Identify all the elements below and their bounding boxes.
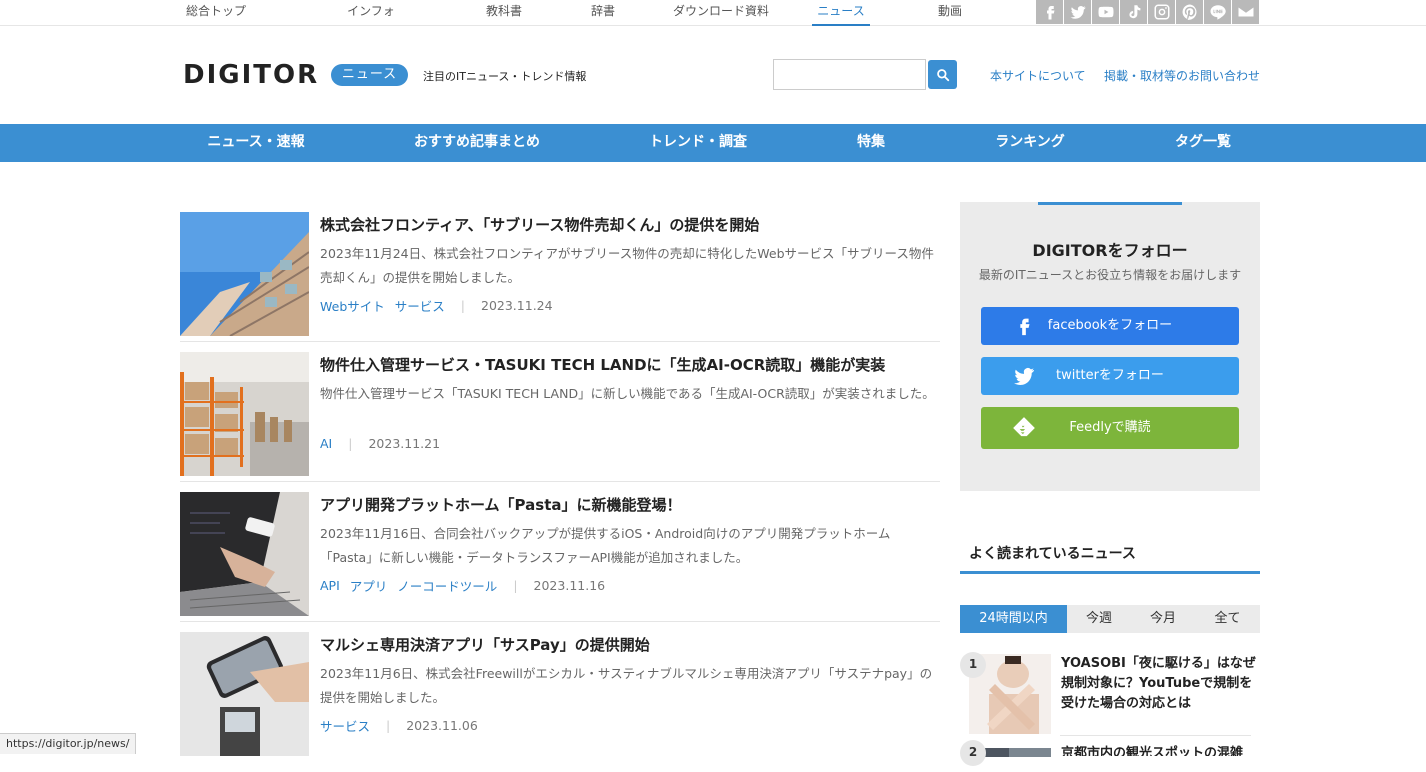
popular-tabs: 24時間以内 今週 今月 全て	[960, 605, 1260, 633]
meta-separator: |	[460, 298, 465, 313]
article-date: 2023.11.06	[406, 718, 478, 733]
mainnav-item-features[interactable]: 特集	[841, 124, 901, 162]
twitter-icon[interactable]	[1064, 0, 1092, 24]
article-title[interactable]: 物件仕入管理サービス・TASUKI TECH LANDに「生成AI-OCR読取」…	[320, 354, 885, 375]
popular-news-title: よく読まれているニュース	[969, 546, 1136, 562]
ranking-item: 2 京都市内の観光スポットの混雑	[960, 740, 1251, 766]
article-thumbnail[interactable]	[180, 632, 309, 756]
article-meta: サービス | 2023.11.06	[320, 716, 478, 735]
status-bar-url: https://digitor.jp/news/	[0, 733, 137, 754]
topnav-item-dictionary[interactable]: 辞書	[583, 0, 623, 26]
article-tag[interactable]: アプリ	[350, 576, 388, 595]
topnav-item-news[interactable]: ニュース	[812, 0, 870, 26]
article-divider	[180, 481, 940, 482]
article-title[interactable]: アプリ開発プラットホーム「Pasta」に新機能登場！	[320, 494, 682, 515]
topnav-item-top[interactable]: 総合トップ	[180, 0, 252, 26]
contact-link[interactable]: 掲載・取材等のお問い合わせ	[1104, 67, 1260, 84]
article-date: 2023.11.24	[481, 298, 553, 313]
article-item: アプリ開発プラットホーム「Pasta」に新機能登場！ 2023年11月16日、合…	[180, 492, 940, 632]
twitter-follow-label: twitterをフォロー	[1056, 368, 1164, 383]
feedly-subscribe-button[interactable]: Feedlyで購読	[981, 407, 1239, 449]
tab-week[interactable]: 今週	[1067, 605, 1131, 633]
article-meta: Webサイト サービス | 2023.11.24	[320, 296, 553, 315]
topnav-item-video[interactable]: 動画	[930, 0, 970, 26]
search-button[interactable]	[928, 60, 957, 89]
line-icon[interactable]	[1204, 0, 1232, 24]
ranking-divider	[1060, 735, 1251, 736]
article-tag[interactable]: ノーコードツール	[397, 576, 497, 595]
follow-subtitle: 最新のITニュースとお役立ち情報をお届けします	[978, 268, 1242, 282]
facebook-follow-button[interactable]: facebookをフォロー	[981, 307, 1239, 345]
topnav-item-downloads[interactable]: ダウンロード資料	[666, 0, 776, 26]
site-logo[interactable]: DIGITOR	[183, 60, 319, 90]
article-thumbnail[interactable]	[180, 492, 309, 616]
tiktok-icon[interactable]	[1120, 0, 1148, 24]
article-meta: AI | 2023.11.21	[320, 436, 440, 451]
twitter-follow-button[interactable]: twitterをフォロー	[981, 357, 1239, 395]
article-excerpt: 物件仕入管理サービス「TASUKI TECH LAND」に新しい機能である「生成…	[320, 386, 935, 401]
topnav-item-textbook[interactable]: 教科書	[478, 0, 530, 26]
follow-title: DIGITORをフォロー	[1032, 241, 1188, 260]
mainnav-item-tags[interactable]: タグ一覧	[1158, 124, 1248, 162]
article-date: 2023.11.16	[533, 578, 606, 593]
article-item: 株式会社フロンティア、「サブリース物件売却くん」の提供を開始 2023年11月2…	[180, 212, 940, 352]
tab-all[interactable]: 全て	[1195, 605, 1260, 633]
ranking-number: 1	[960, 652, 986, 678]
article-divider	[180, 621, 940, 622]
about-link[interactable]: 本サイトについて	[990, 67, 1086, 84]
social-links	[1036, 0, 1260, 24]
follow-accent-bar	[1038, 202, 1182, 205]
mainnav-item-trend[interactable]: トレンド・調査	[633, 124, 763, 162]
ranking-title[interactable]: YOASOBI「夜に駆ける」はなぜ規制対象に？YouTubeで規制を受けた場合の…	[1061, 654, 1256, 714]
meta-separator: |	[348, 436, 353, 451]
article-excerpt: 2023年11月16日、合同会社バックアップが提供するiOS・Android向け…	[320, 526, 891, 565]
meta-separator: |	[513, 578, 518, 593]
search-icon	[936, 68, 949, 81]
article-thumbnail[interactable]	[180, 212, 309, 336]
mainnav-item-news[interactable]: ニュース・速報	[190, 124, 322, 162]
article-tag[interactable]: サービス	[395, 296, 445, 315]
mainnav-item-ranking[interactable]: ランキング	[980, 124, 1080, 162]
instagram-icon[interactable]	[1148, 0, 1176, 24]
article-tag[interactable]: API	[320, 578, 340, 593]
article-title[interactable]: 株式会社フロンティア、「サブリース物件売却くん」の提供を開始	[320, 214, 759, 235]
search-input[interactable]	[773, 59, 926, 90]
facebook-follow-label: facebookをフォロー	[1047, 318, 1173, 333]
article-item: 物件仕入管理サービス・TASUKI TECH LANDに「生成AI-OCR読取」…	[180, 352, 940, 492]
ranking-title[interactable]: 京都市内の観光スポットの混雑	[1061, 744, 1256, 756]
top-nav: 総合トップ インフォ 教科書 辞書 ダウンロード資料 ニュース 動画	[180, 0, 970, 26]
tab-24h[interactable]: 24時間以内	[960, 605, 1067, 633]
article-divider	[180, 341, 940, 342]
follow-box: DIGITORをフォロー 最新のITニュースとお役立ち情報をお届けします fac…	[960, 202, 1260, 491]
ranking-item: 1 YOASOBI「夜に駆ける」はなぜ規制対象に？YouTubeで規制を受けた場…	[960, 652, 1256, 734]
article-title[interactable]: マルシェ専用決済アプリ「サスPay」の提供開始	[320, 634, 650, 655]
article-excerpt: 2023年11月24日、株式会社フロンティアがサブリース物件の売却に特化したWe…	[320, 246, 934, 285]
article-tag[interactable]: AI	[320, 436, 332, 451]
article-tag[interactable]: サービス	[320, 716, 370, 735]
meta-separator: |	[386, 718, 391, 733]
tab-month[interactable]: 今月	[1131, 605, 1195, 633]
main-nav: ニュース・速報 おすすめ記事まとめ トレンド・調査 特集 ランキング タグ一覧	[0, 124, 1426, 162]
article-date: 2023.11.21	[368, 436, 441, 451]
ranking-number: 2	[960, 740, 986, 766]
article-thumbnail[interactable]	[180, 352, 309, 476]
youtube-icon[interactable]	[1092, 0, 1120, 24]
mail-icon[interactable]	[1232, 0, 1260, 24]
facebook-icon[interactable]	[1036, 0, 1064, 24]
feedly-subscribe-label: Feedlyで購読	[1069, 420, 1151, 435]
article-tag[interactable]: Webサイト	[320, 296, 385, 315]
article-meta: API アプリ ノーコードツール | 2023.11.16	[320, 576, 605, 595]
top-bar: 総合トップ インフォ 教科書 辞書 ダウンロード資料 ニュース 動画	[0, 0, 1426, 26]
mainnav-item-recommended[interactable]: おすすめ記事まとめ	[397, 124, 557, 162]
popular-news-underline	[960, 571, 1260, 574]
pinterest-icon[interactable]	[1176, 0, 1204, 24]
article-item: マルシェ専用決済アプリ「サスPay」の提供開始 2023年11月6日、株式会社F…	[180, 632, 940, 772]
logo-badge: ニュース	[331, 64, 408, 86]
article-excerpt: 2023年11月6日、株式会社Freewillがエシカル・サスティナブルマルシェ…	[320, 666, 933, 705]
topnav-item-info[interactable]: インフォ	[307, 0, 435, 26]
tagline: 注目のITニュース・トレンド情報	[423, 70, 587, 83]
